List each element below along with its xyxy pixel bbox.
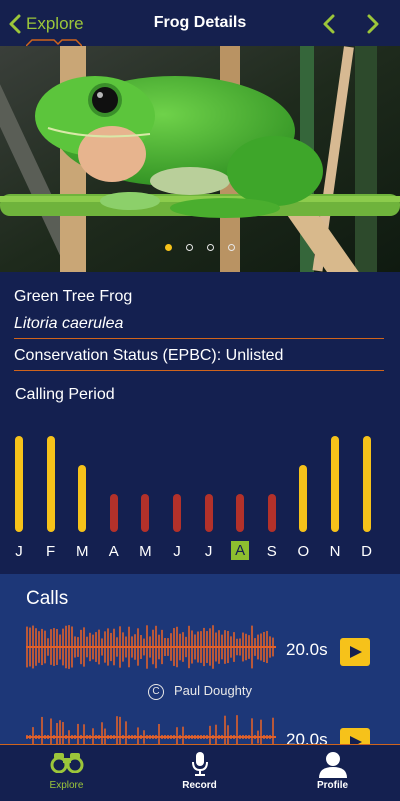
chevron-left-icon xyxy=(9,14,21,34)
photo-page-indicator xyxy=(0,238,400,256)
calling-bar-11 xyxy=(331,436,339,532)
month-label: N xyxy=(329,543,341,560)
play-button[interactable] xyxy=(340,638,370,666)
tab-explore[interactable]: Explore xyxy=(0,745,133,801)
month-label: M xyxy=(75,543,89,560)
calling-bar-8 xyxy=(236,494,245,532)
calling-bar-1 xyxy=(15,436,23,532)
call-duration: 20.0s xyxy=(286,730,328,744)
calling-bar-9 xyxy=(267,494,276,532)
bottom-tab-bar: Explore Record Profile xyxy=(0,744,400,801)
next-frog-button[interactable] xyxy=(360,12,384,36)
calling-bar-4 xyxy=(109,494,118,532)
tab-profile[interactable]: Profile xyxy=(266,745,399,801)
month-label: J xyxy=(204,543,213,560)
binoculars-icon xyxy=(50,753,83,773)
page-dot[interactable] xyxy=(228,244,235,251)
play-icon xyxy=(350,736,362,744)
calling-period-heading: Calling Period xyxy=(15,386,115,403)
call-credit: C Paul Doughty xyxy=(0,683,400,700)
previous-frog-button[interactable] xyxy=(318,12,342,36)
calling-bar-6 xyxy=(173,494,181,532)
call-waveform[interactable] xyxy=(26,624,276,670)
copyright-icon: C xyxy=(147,684,164,700)
page-dot[interactable] xyxy=(186,244,193,251)
calling-bar-2 xyxy=(46,436,55,532)
month-label: M xyxy=(139,543,152,560)
calling-bar-7 xyxy=(204,494,213,532)
month-label-current: A xyxy=(231,541,250,560)
calling-bar-3 xyxy=(78,465,87,532)
top-nav-bar: Explore Frog Details xyxy=(0,0,400,47)
conservation-status: Conservation Status (EPBC): Unlisted xyxy=(14,339,384,371)
calls-heading: Calls xyxy=(26,588,69,609)
chevron-right-icon xyxy=(367,14,379,34)
call-waveform[interactable] xyxy=(26,714,276,744)
page-dot[interactable] xyxy=(207,244,214,251)
scientific-name: Litoria caerulea xyxy=(14,310,384,339)
tab-label: Profile xyxy=(316,780,349,791)
species-info: Green Tree Frog Litoria caerulea Conserv… xyxy=(14,280,384,371)
month-label: D xyxy=(361,543,373,560)
tab-record[interactable]: Record xyxy=(133,745,266,801)
person-icon xyxy=(318,752,347,778)
call-duration: 20.0s xyxy=(286,640,328,659)
calls-section: Calls 20.0s C Paul Doughty 20.0s xyxy=(0,574,400,744)
month-label: O xyxy=(297,543,310,560)
tab-label: Explore xyxy=(49,780,84,791)
month-label: F xyxy=(46,543,56,560)
calling-bar-5 xyxy=(141,494,150,532)
chevron-left-icon xyxy=(323,14,335,34)
month-label: S xyxy=(266,543,277,560)
play-button[interactable] xyxy=(340,728,370,744)
back-button-label: Explore xyxy=(26,14,84,33)
tab-label: Record xyxy=(182,780,217,791)
back-tab-notch xyxy=(26,39,82,46)
month-label: J xyxy=(173,543,181,560)
play-icon xyxy=(350,646,362,658)
month-label: A xyxy=(108,543,119,560)
credit-name: Paul Doughty xyxy=(173,683,253,698)
month-label: J xyxy=(15,543,23,560)
page-dot-active[interactable] xyxy=(165,244,172,251)
common-name: Green Tree Frog xyxy=(14,288,133,305)
calling-bar-12 xyxy=(362,436,371,532)
calling-bar-10 xyxy=(299,465,308,532)
microphone-icon xyxy=(191,752,208,776)
back-button[interactable]: Explore xyxy=(8,10,84,38)
